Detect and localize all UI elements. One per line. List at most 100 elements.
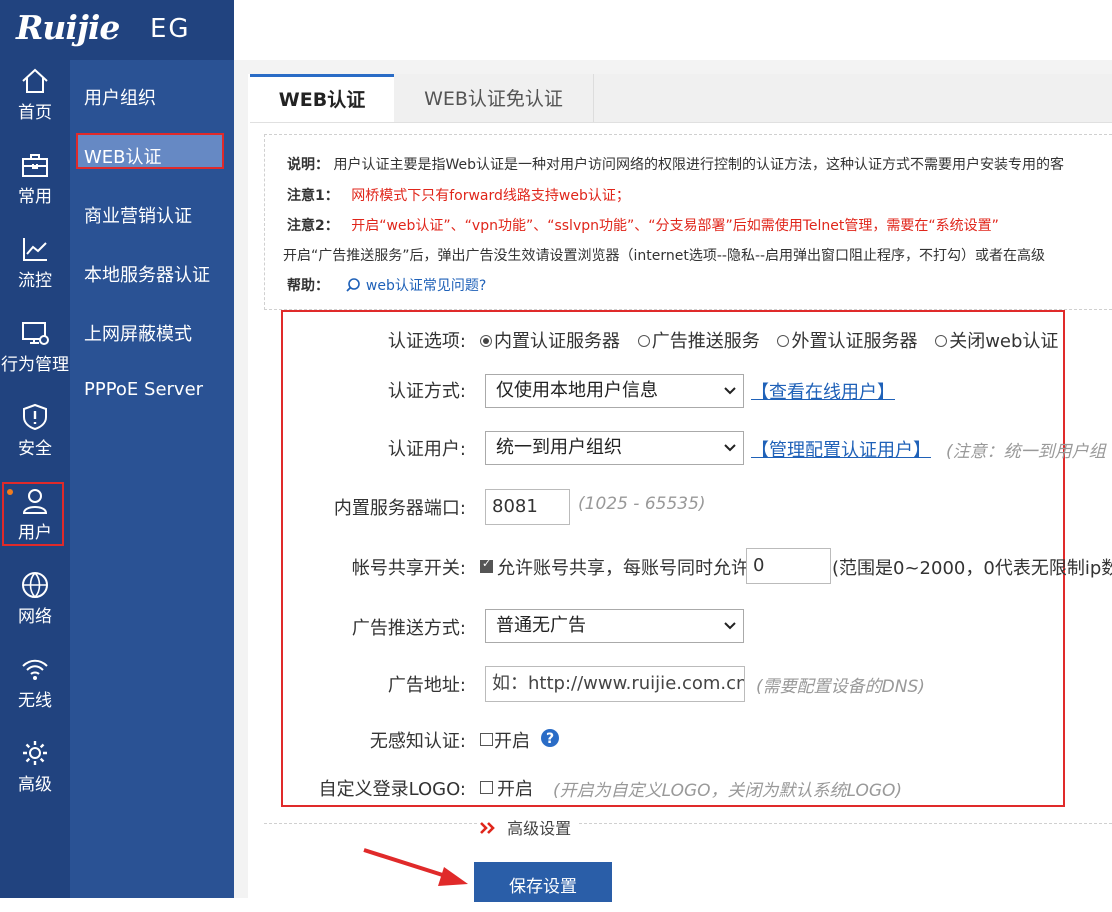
checkbox-indicator — [480, 781, 493, 794]
nav-label: 高级 — [18, 775, 52, 795]
submenu-item-local-server-auth[interactable]: 本地服务器认证 — [84, 261, 210, 287]
radio-indicator — [935, 335, 948, 347]
share-count-input[interactable]: 0 — [746, 548, 831, 584]
notice-note1-text: 网桥模式下只有forward线路支持web认证； — [351, 188, 630, 204]
chevron-down-icon — [724, 444, 736, 452]
nav-item-network[interactable]: 网络 — [0, 564, 70, 644]
auth-user-label: 认证用户: — [387, 439, 466, 460]
svg-text:?: ? — [546, 731, 554, 747]
help-link[interactable]: web认证常见问题? — [345, 278, 486, 294]
notice-box: 说明： 用户认证主要是指Web认证是一种对用户访问网络的权限进行控制的认证方法，… — [264, 134, 1112, 310]
label-col: 帐号共享开关: — [281, 554, 466, 584]
tab-web-auth[interactable]: WEB认证 — [250, 74, 394, 122]
nav-item-wireless[interactable]: 无线 — [0, 648, 70, 728]
custom-logo-text: 开启 — [497, 779, 533, 800]
gear-icon — [23, 741, 47, 765]
notice-note2: 注意2： 开启“web认证”、“vpn功能”、“sslvpn功能”、“分支易部署… — [287, 215, 999, 235]
submenu-item-pppoe-server[interactable]: PPPoE Server — [84, 379, 203, 400]
custom-logo-label: 自定义登录LOGO: — [318, 779, 466, 800]
home-icon — [22, 68, 48, 93]
notice-help-key: 帮助： — [287, 278, 329, 294]
double-chevron-right-icon — [480, 822, 495, 834]
help-link-text: web认证常见问题? — [365, 278, 487, 294]
checkbox-indicator — [480, 733, 493, 746]
submenu-item-web-auth[interactable]: WEB认证 — [84, 143, 162, 169]
brand-logo: Ruijie — [16, 8, 120, 47]
radio-builtin-server[interactable]: 内置认证服务器 — [480, 331, 620, 352]
nav-item-behavior[interactable]: 行为管理 — [0, 312, 70, 392]
auth-method-value: 仅使用本地用户信息 — [496, 380, 658, 401]
notice-desc-text: 用户认证主要是指Web认证是一种对用户访问网络的权限进行控制的认证方法，这种认证… — [333, 157, 1064, 173]
seamless-text: 开启 — [494, 731, 530, 752]
active-nav-highlight — [2, 482, 64, 546]
save-button[interactable]: 保存设置 — [474, 862, 612, 902]
toolbox-icon — [22, 154, 48, 177]
auth-method-select[interactable]: 仅使用本地用户信息 — [485, 374, 744, 408]
checkbox-indicator — [480, 557, 493, 573]
label-col: 广告推送方式: — [281, 614, 466, 644]
advanced-settings-label: 高级设置 — [507, 819, 572, 838]
chart-icon — [23, 238, 47, 261]
advanced-divider — [264, 823, 1112, 824]
radio-indicator — [637, 335, 650, 347]
submenu-item-block-mode[interactable]: 上网屏蔽模式 — [84, 320, 192, 346]
nav-label: 安全 — [18, 439, 52, 459]
monitor-icon — [22, 322, 49, 345]
label-col: 广告地址: — [281, 671, 466, 701]
shield-icon — [23, 403, 47, 431]
radio-label: 外置认证服务器 — [791, 331, 918, 352]
nav-label: 网络 — [18, 607, 52, 627]
help-icon[interactable]: ? — [540, 728, 560, 748]
port-input[interactable]: 8081 — [485, 489, 570, 525]
ad-url-label: 广告地址: — [387, 675, 466, 696]
nav-label: 首页 — [18, 103, 52, 123]
view-online-users-link[interactable]: 【查看在线用户】 — [751, 378, 895, 404]
radio-ad-push[interactable]: 广告推送服务 — [637, 331, 760, 352]
manage-auth-users-link[interactable]: 【管理配置认证用户】 — [751, 436, 931, 462]
port-label: 内置服务器端口: — [333, 498, 466, 519]
ad-url-input[interactable]: 如：http://www.ruijie.com.cn — [485, 666, 745, 702]
label-col: 无感知认证: — [281, 727, 466, 757]
custom-logo-hint: (开启为自定义LOGO，关闭为默认系统LOGO) — [553, 781, 903, 801]
nav-label: 无线 — [18, 691, 52, 711]
nav-item-common[interactable]: 常用 — [0, 144, 70, 224]
account-share-checkbox[interactable]: 允许账号共享，每账号同时允许 — [480, 554, 749, 580]
auth-method-label: 认证方式: — [387, 381, 466, 402]
globe-icon — [22, 572, 48, 598]
seamless-checkbox[interactable]: 开启 — [480, 727, 530, 753]
submenu-item-user-org[interactable]: 用户组织 — [84, 84, 156, 110]
ad-push-value: 普通无广告 — [496, 615, 586, 636]
label-col: 自定义登录LOGO: — [281, 775, 466, 805]
notice-desc-key: 说明： — [287, 157, 329, 173]
nav-item-home[interactable]: 首页 — [0, 60, 70, 140]
port-hint: (1025 - 65535) — [578, 494, 706, 514]
nav-item-advanced[interactable]: 高级 — [0, 732, 70, 812]
notice-help: 帮助： web认证常见问题? — [287, 275, 486, 295]
custom-logo-checkbox[interactable]: 开启 — [480, 775, 533, 801]
notice-note1-key: 注意1： — [287, 188, 339, 204]
label-col: 认证方式: — [281, 377, 466, 407]
wifi-icon — [22, 659, 48, 680]
radio-disable-web-auth[interactable]: 关闭web认证 — [935, 331, 1058, 352]
notice-note2-text: 开启“web认证”、“vpn功能”、“sslvpn功能”、“分支易部署”后如需使… — [351, 218, 999, 234]
notice-note2-key: 注意2： — [287, 218, 339, 234]
auth-user-select[interactable]: 统一到用户组织 — [485, 431, 744, 465]
label-col: 认证用户: — [281, 435, 466, 465]
nav-item-flow[interactable]: 流控 — [0, 228, 70, 308]
pointer-arrow-icon — [363, 848, 468, 886]
nav-item-security[interactable]: 安全 — [0, 396, 70, 476]
auth-user-value: 统一到用户组织 — [496, 437, 622, 458]
notice-line4: 开启“广告推送服务”后，弹出广告没生效请设置浏览器（internet选项--隐私… — [283, 248, 1046, 264]
radio-external-server[interactable]: 外置认证服务器 — [777, 331, 917, 352]
radio-indicator — [777, 335, 790, 347]
auth-option-radio-group: 内置认证服务器 广告推送服务 外置认证服务器 关闭web认证 — [480, 327, 1058, 353]
ad-push-select[interactable]: 普通无广告 — [485, 609, 744, 643]
account-share-text: 允许账号共享，每账号同时允许 — [497, 558, 749, 579]
tab-web-auth-exempt[interactable]: WEB认证免认证 — [394, 74, 594, 122]
radio-label: 关闭web认证 — [949, 331, 1059, 352]
submenu-item-marketing-auth[interactable]: 商业营销认证 — [84, 202, 192, 228]
auth-option-label: 认证选项: — [387, 331, 466, 352]
radio-indicator — [480, 335, 492, 347]
advanced-settings-toggle[interactable]: 高级设置 — [478, 815, 578, 838]
account-share-label: 帐号共享开关: — [351, 558, 466, 579]
